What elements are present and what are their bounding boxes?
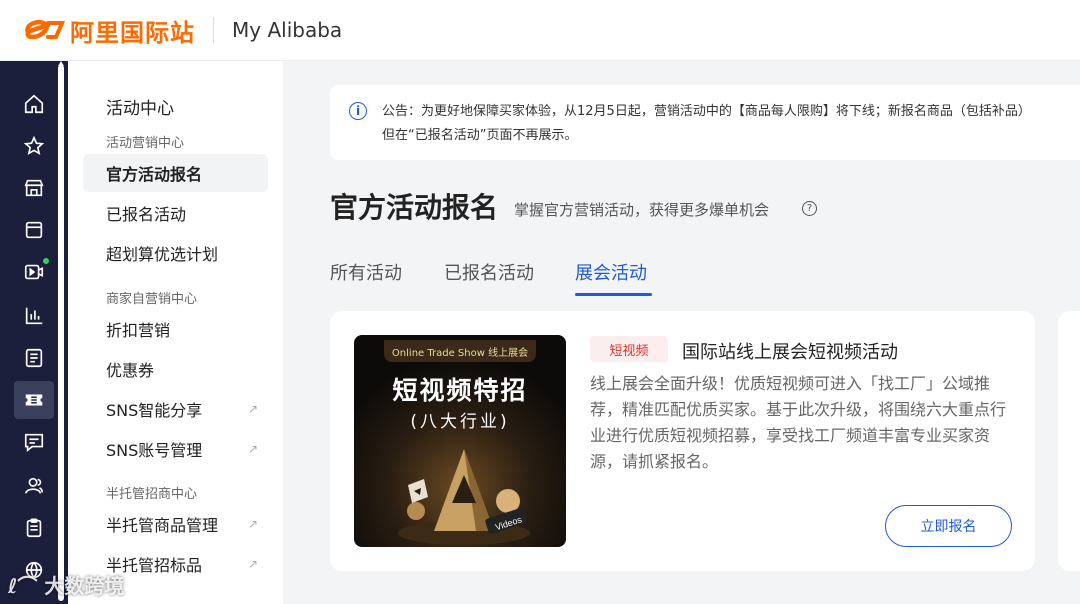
trade-show-3d-illustration-icon: Videos <box>398 449 530 545</box>
rail-marketing[interactable] <box>14 381 54 419</box>
sidebar-item-discount-marketing[interactable]: 折扣营销 <box>83 310 268 348</box>
message-icon <box>24 433 44 452</box>
tab-registered-activities[interactable]: 已报名活动 <box>444 259 534 285</box>
product-box-icon <box>25 221 43 239</box>
external-link-icon: ↗ <box>247 402 258 416</box>
activity-description: 线上展会全面升级！优质短视频可进入「找工厂」公域推荐，精准匹配优质买家。基于此次… <box>590 374 1007 471</box>
top-header: 阿里国际站 My Alibaba <box>0 0 1080 61</box>
video-icon <box>24 264 44 280</box>
rail-customers[interactable] <box>14 467 54 505</box>
sidebar-item-sns-account-management[interactable]: SNS账号管理 ↗ <box>83 430 268 468</box>
sidebar-item-label: 半托管商品管理 <box>106 516 219 535</box>
thumbnail-subheading: (八大行业) <box>410 412 510 432</box>
customers-icon <box>24 477 44 494</box>
ad-icon <box>25 348 43 368</box>
notification-dot <box>43 258 49 264</box>
register-now-button[interactable]: 立即报名 <box>885 505 1012 547</box>
rail-favorites[interactable] <box>14 127 54 165</box>
sidebar-item-label: 超划算优选计划 <box>106 245 219 264</box>
sidebar-item-super-deal-plan[interactable]: 超划算优选计划 <box>83 234 268 272</box>
watermark-logo-icon: ℓ⌒ <box>8 574 38 598</box>
help-icon[interactable]: ? <box>802 201 817 216</box>
sidebar-item-coupons[interactable]: 优惠券 <box>83 350 268 388</box>
rail-ads[interactable] <box>14 339 54 377</box>
rail-scrollbar[interactable] <box>58 65 64 601</box>
thumbnail-heading: 短视频特招 <box>392 376 528 405</box>
sidebar-item-label: SNS智能分享 <box>106 401 203 420</box>
rail-home[interactable] <box>14 85 54 123</box>
sidebar-group-label: 半托管招商中心 <box>106 487 198 502</box>
ticket-icon <box>25 394 43 406</box>
sidebar-group-label: 活动营销中心 <box>106 136 185 151</box>
sidebar-group-label: 商家自营销中心 <box>106 292 198 307</box>
external-link-icon: ↗ <box>247 442 258 456</box>
sidebar-item-official-activity-signup[interactable]: 官方活动报名 <box>83 154 268 192</box>
rail-messages[interactable] <box>14 423 54 461</box>
sidebar-item-label: 优惠券 <box>106 361 155 380</box>
logo-text: 阿里国际站 <box>70 18 195 47</box>
sidebar-item-registered-activities[interactable]: 已报名活动 <box>83 194 268 232</box>
sidebar-item-sns-smart-share[interactable]: SNS智能分享 ↗ <box>83 390 268 428</box>
sidebar-item-semi-managed-products[interactable]: 半托管商品管理 ↗ <box>83 505 268 543</box>
info-icon: i <box>349 102 367 120</box>
watermark: ℓ⌒ 大数跨境 <box>8 570 124 599</box>
activity-thumbnail[interactable]: Online Trade Show 线上展会 短视频特招 (八大行业) Vide… <box>354 335 566 547</box>
icon-rail <box>0 61 68 604</box>
header-divider <box>213 17 214 43</box>
chart-icon <box>25 307 43 325</box>
rail-video[interactable] <box>14 253 54 291</box>
announcement-line: 但在“已报名活动”页面不再展示。 <box>382 128 578 143</box>
activity-title[interactable]: 国际站线上展会短视频活动 <box>682 338 898 364</box>
alibaba-logo-mark-icon <box>25 20 66 40</box>
store-icon <box>24 179 44 197</box>
active-tab-indicator <box>575 293 652 296</box>
home-icon <box>24 94 44 114</box>
announcement-banner: i 公告：为更好地保障买家体验，从12月5日起，营销活动中的【商品每人限购】将下… <box>330 85 1080 160</box>
rail-store[interactable] <box>14 169 54 207</box>
page-subtitle: 掌握官方营销活动，获得更多爆单机会 <box>514 201 770 219</box>
sidebar-item-label: 官方活动报名 <box>106 165 203 184</box>
rail-products[interactable] <box>14 211 54 249</box>
clipboard-icon <box>26 518 42 538</box>
sidebar-item-label: 折扣营销 <box>106 321 171 340</box>
next-card-peek <box>1058 311 1080 571</box>
sidebar-title: 活动中心 <box>106 99 174 119</box>
sidebar-item-label: 已报名活动 <box>106 205 187 224</box>
external-link-icon: ↗ <box>247 557 258 571</box>
alibaba-logo[interactable]: 阿里国际站 <box>22 13 195 48</box>
star-icon <box>23 135 45 155</box>
thumbnail-banner: Online Trade Show 线上展会 <box>384 340 536 362</box>
rail-analytics[interactable] <box>14 297 54 335</box>
external-link-icon: ↗ <box>247 517 258 531</box>
tab-trade-show-activities[interactable]: 展会活动 <box>575 259 647 285</box>
announcement-text: 公告：为更好地保障买家体验，从12月5日起，营销活动中的【商品每人限购】将下线；… <box>382 100 1080 148</box>
page-title: 官方活动报名 <box>330 191 499 224</box>
page-header-title: My Alibaba <box>232 18 343 42</box>
rail-orders[interactable] <box>14 509 54 547</box>
watermark-text: 大数跨境 <box>44 574 125 598</box>
sidebar-item-label: SNS账号管理 <box>106 441 203 460</box>
tab-all-activities[interactable]: 所有活动 <box>330 259 402 285</box>
announcement-line: 公告：为更好地保障买家体验，从12月5日起，营销活动中的【商品每人限购】将下线；… <box>382 104 1031 119</box>
category-tag: 短视频 <box>590 336 668 362</box>
activity-center-sidebar: 活动中心 活动营销中心 官方活动报名 已报名活动 超划算优选计划 商家自营销中心… <box>68 61 283 604</box>
